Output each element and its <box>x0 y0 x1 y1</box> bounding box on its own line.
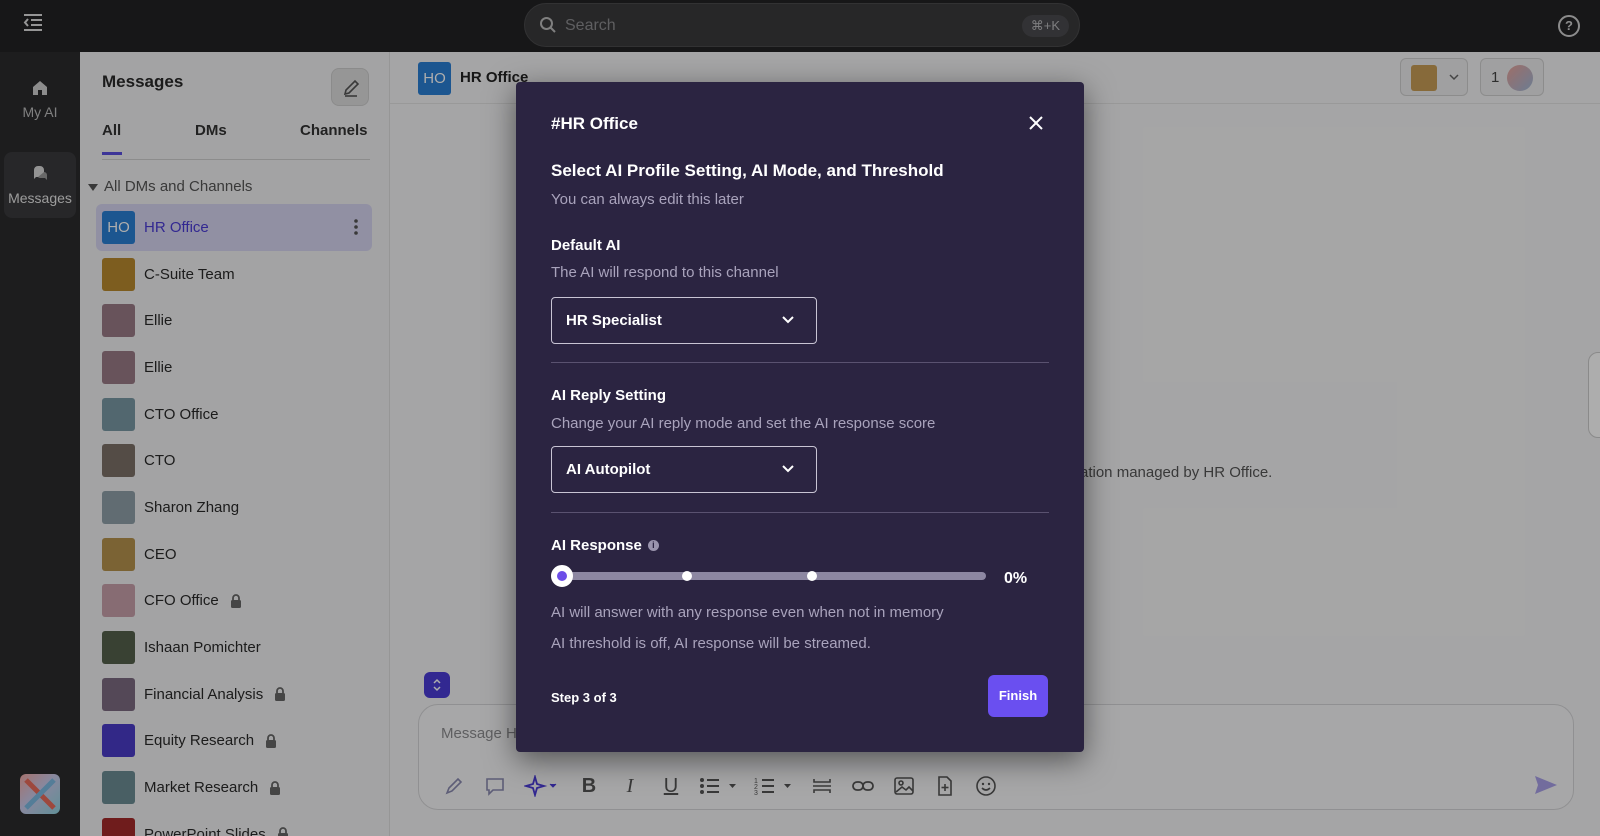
dialog-title: #HR Office <box>551 114 638 133</box>
default-ai-value: HR Specialist <box>566 312 662 329</box>
default-ai-help: The AI will respond to this channel <box>551 264 779 281</box>
dialog-heading: Select AI Profile Setting, AI Mode, and … <box>551 161 944 180</box>
reply-setting-label: AI Reply Setting <box>551 387 667 404</box>
finish-button[interactable]: Finish <box>988 675 1048 717</box>
ai-response-percentage: 0% <box>1004 570 1028 587</box>
default-ai-select[interactable]: HR Specialist <box>551 297 817 344</box>
chevron-down-icon <box>782 465 794 473</box>
info-icon[interactable]: i <box>647 540 659 551</box>
slider-thumb[interactable] <box>551 565 573 587</box>
close-icon <box>1029 116 1043 130</box>
ai-response-label-text: AI Response <box>551 537 642 554</box>
reply-mode-value: AI Autopilot <box>566 461 651 478</box>
ai-settings-dialog: #HR Office Select AI Profile Setting, AI… <box>516 82 1084 752</box>
slider-stop[interactable] <box>682 571 692 581</box>
section-divider <box>551 512 1049 513</box>
slider-stop[interactable] <box>807 571 817 581</box>
reply-setting-help: Change your AI reply mode and set the AI… <box>551 415 936 432</box>
ai-response-label: AI Response i <box>551 537 659 554</box>
reply-mode-select[interactable]: AI Autopilot <box>551 446 817 493</box>
step-indicator: Step 3 of 3 <box>551 690 617 705</box>
close-button[interactable] <box>1025 112 1047 134</box>
chevron-down-icon <box>782 316 794 324</box>
ai-response-note-1: AI will answer with any response even wh… <box>551 604 944 621</box>
dialog-subheading: You can always edit this later <box>551 191 744 208</box>
section-divider <box>551 362 1049 363</box>
slider-track <box>561 572 986 580</box>
default-ai-label: Default AI <box>551 237 621 254</box>
ai-response-slider[interactable] <box>551 565 986 587</box>
ai-response-note-2: AI threshold is off, AI response will be… <box>551 635 871 652</box>
